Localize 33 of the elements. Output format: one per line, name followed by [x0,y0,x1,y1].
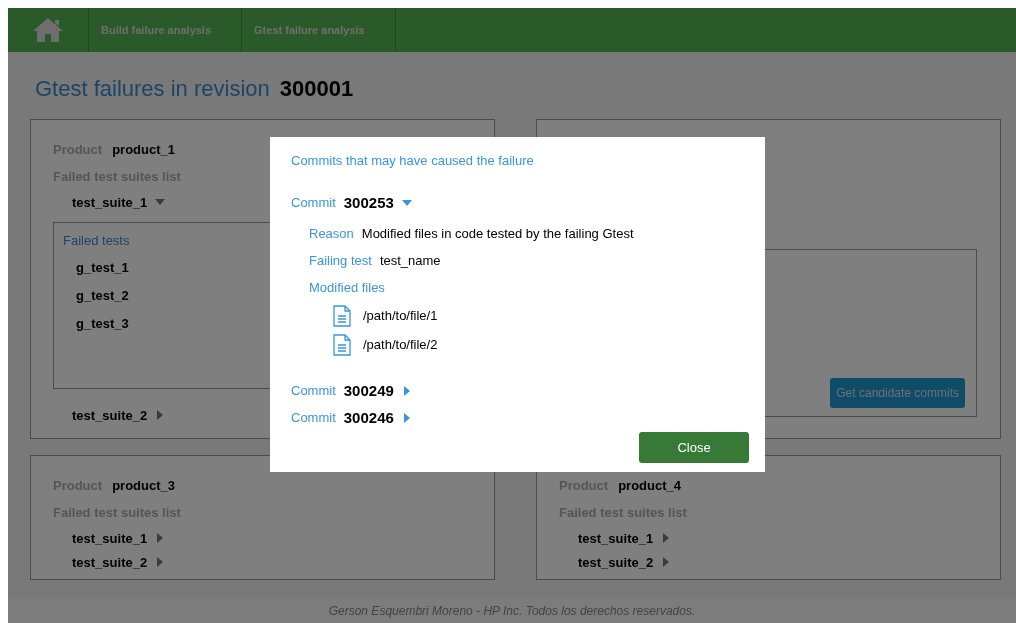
commit-id[interactable]: 300249 [343,382,394,399]
field-label: Failing test [309,253,372,268]
product-name: product_4 [618,478,681,493]
suite-name[interactable]: test_suite_2 [578,554,654,570]
suite-name[interactable]: test_suite_1 [72,530,148,546]
close-button[interactable]: Close [639,432,749,463]
document-icon [333,304,351,327]
test-name: g_test_3 [76,314,129,333]
test-name: test_name [379,253,441,268]
revision-number: 300001 [279,76,354,102]
file-path[interactable]: /path/to/file/2 [363,337,438,352]
dialog-heading: Commits that may have caused the failure [291,153,535,170]
document-icon [333,333,351,356]
product-name: product_3 [112,478,175,493]
suite-name[interactable]: test_suite_1 [578,530,654,546]
suite-name[interactable]: test_suite_2 [72,554,148,570]
commit-label: Commit [291,383,336,398]
commit-id[interactable]: 300253 [343,194,394,211]
test-name: g_test_1 [76,258,129,277]
section-label: Failed tests [63,233,130,250]
commit-id[interactable]: 300246 [343,409,394,426]
file-path[interactable]: /path/to/file/1 [363,308,438,323]
suite-name[interactable]: test_suite_1 [72,194,148,210]
field-label: Modified files [309,280,385,295]
commit-label: Commit [291,410,336,425]
commit-label: Commit [291,195,336,210]
field-label: Reason [309,226,354,241]
suite-name[interactable]: test_suite_2 [72,407,148,423]
reason-text: Modified files in code tested by the failing Gtest [361,226,634,241]
page-title: Gtest failures in revision [35,76,270,102]
test-name: g_test_2 [76,286,129,305]
home-icon[interactable] [32,17,64,43]
product-name: product_1 [112,142,175,157]
